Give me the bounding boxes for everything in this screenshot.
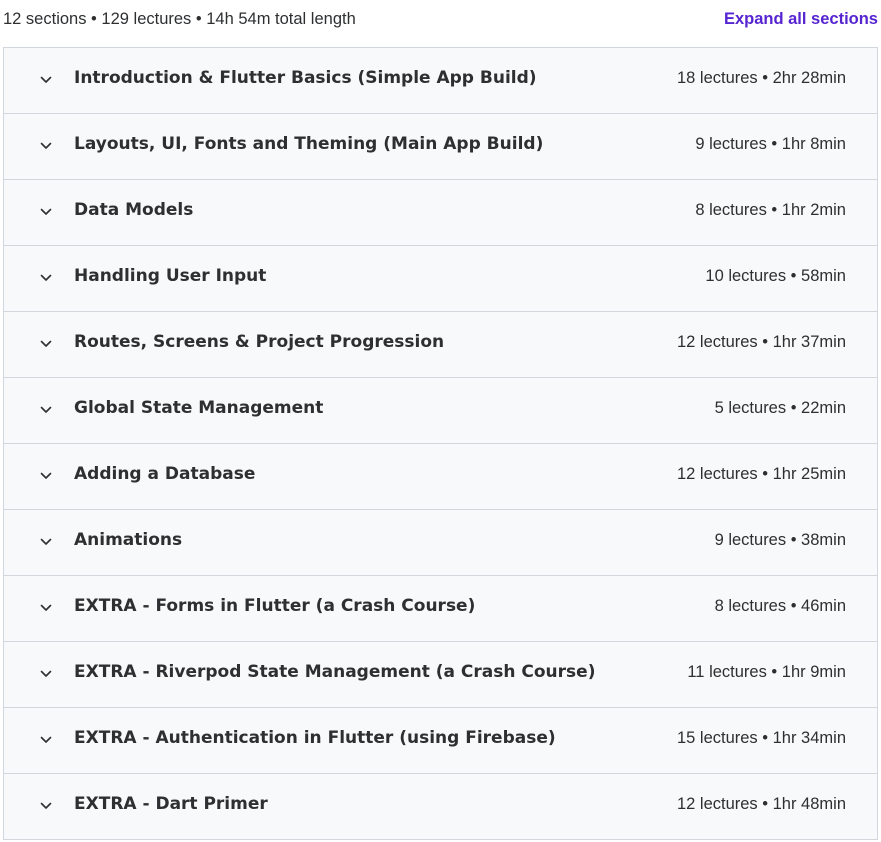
chevron-down-icon — [38, 204, 54, 220]
section-header[interactable]: Global State Management 5 lectures • 22m… — [4, 378, 877, 444]
chevron-down-icon — [38, 666, 54, 682]
chevron-down-icon — [38, 600, 54, 616]
section-header[interactable]: Animations 9 lectures • 38min — [4, 510, 877, 576]
section-header[interactable]: Handling User Input 10 lectures • 58min — [4, 246, 877, 312]
section-meta: 9 lectures • 1hr 8min — [695, 135, 846, 153]
chevron-down-icon — [38, 534, 54, 550]
chevron-down-icon — [38, 798, 54, 814]
section-title: Data Models — [74, 200, 194, 220]
section-meta: 10 lectures • 58min — [705, 267, 846, 285]
section-title: Layouts, UI, Fonts and Theming (Main App… — [74, 134, 544, 154]
chevron-down-icon — [38, 402, 54, 418]
section-title: EXTRA - Dart Primer — [74, 794, 268, 814]
section-header[interactable]: EXTRA - Dart Primer 12 lectures • 1hr 48… — [4, 774, 877, 839]
chevron-down-icon — [38, 336, 54, 352]
section-meta: 9 lectures • 38min — [714, 531, 846, 549]
section-title: Routes, Screens & Project Progression — [74, 332, 445, 352]
section-header[interactable]: EXTRA - Forms in Flutter (a Crash Course… — [4, 576, 877, 642]
section-title: Handling User Input — [74, 266, 267, 286]
section-meta: 15 lectures • 1hr 34min — [676, 729, 846, 747]
expand-all-sections-button[interactable]: Expand all sections — [724, 10, 878, 29]
section-meta: 11 lectures • 1hr 9min — [687, 663, 846, 681]
section-meta: 12 lectures • 1hr 25min — [676, 465, 846, 483]
chevron-down-icon — [38, 468, 54, 484]
section-meta: 12 lectures • 1hr 37min — [676, 333, 846, 351]
curriculum-summary: 12 sections • 129 lectures • 14h 54m tot… — [3, 10, 356, 28]
section-meta: 18 lectures • 2hr 28min — [676, 69, 846, 87]
chevron-down-icon — [38, 732, 54, 748]
section-meta: 5 lectures • 22min — [714, 399, 846, 417]
section-title: EXTRA - Authentication in Flutter (using… — [74, 728, 556, 748]
chevron-down-icon — [38, 72, 54, 88]
section-title: EXTRA - Forms in Flutter (a Crash Course… — [74, 596, 476, 616]
section-header[interactable]: EXTRA - Authentication in Flutter (using… — [4, 708, 877, 774]
section-title: EXTRA - Riverpod State Management (a Cra… — [74, 662, 596, 682]
section-list: Introduction & Flutter Basics (Simple Ap… — [3, 47, 878, 840]
section-header[interactable]: Data Models 8 lectures • 1hr 2min — [4, 180, 877, 246]
section-header[interactable]: Routes, Screens & Project Progression 12… — [4, 312, 877, 378]
section-meta: 8 lectures • 1hr 2min — [695, 201, 846, 219]
section-header[interactable]: Adding a Database 12 lectures • 1hr 25mi… — [4, 444, 877, 510]
section-title: Global State Management — [74, 398, 324, 418]
section-title: Introduction & Flutter Basics (Simple Ap… — [74, 68, 537, 88]
chevron-down-icon — [38, 270, 54, 286]
section-meta: 12 lectures • 1hr 48min — [676, 795, 846, 813]
curriculum-header: 12 sections • 129 lectures • 14h 54m tot… — [0, 0, 881, 42]
section-header[interactable]: EXTRA - Riverpod State Management (a Cra… — [4, 642, 877, 708]
section-title: Animations — [74, 530, 183, 550]
chevron-down-icon — [38, 138, 54, 154]
section-header[interactable]: Introduction & Flutter Basics (Simple Ap… — [4, 48, 877, 114]
section-title: Adding a Database — [74, 464, 256, 484]
section-meta: 8 lectures • 46min — [714, 597, 846, 615]
section-header[interactable]: Layouts, UI, Fonts and Theming (Main App… — [4, 114, 877, 180]
